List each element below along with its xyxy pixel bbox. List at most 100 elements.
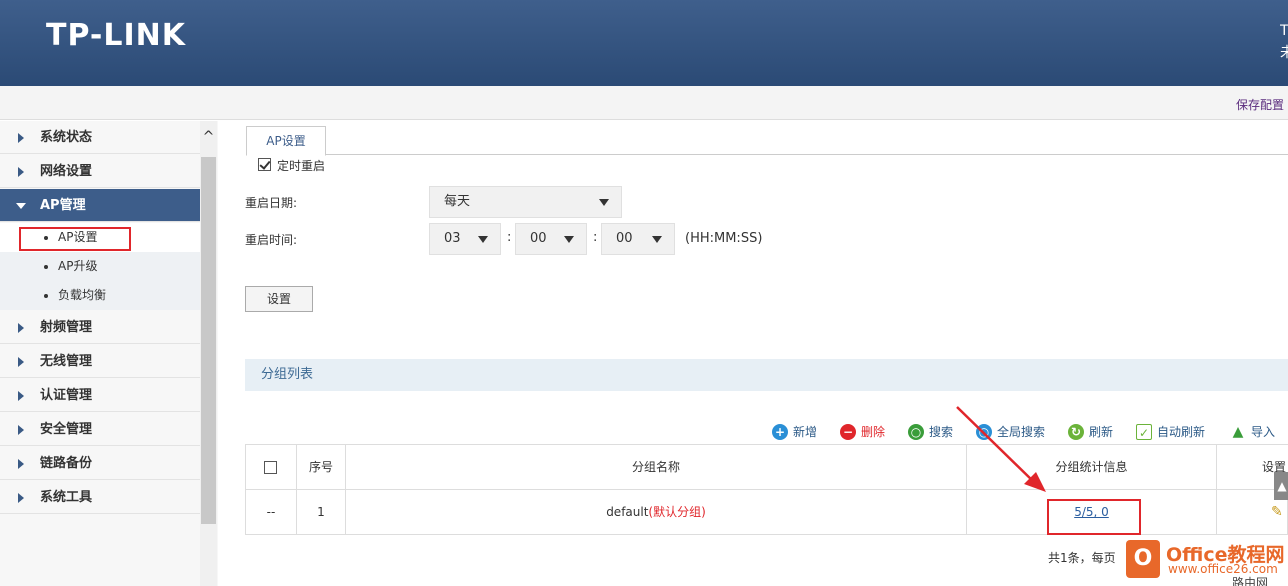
reboot-date-select[interactable]: 每天 xyxy=(429,186,622,218)
sidebar-item-ap-management[interactable]: AP管理 xyxy=(0,189,200,222)
scroll-up-icon[interactable]: ^ xyxy=(200,129,217,145)
dropdown-arrow-icon xyxy=(652,236,662,243)
header-index: 序号 xyxy=(297,445,346,490)
reboot-time-label: 重启时间: xyxy=(245,233,298,247)
sidebar-item-label: 系统工具 xyxy=(40,490,93,505)
hour-value: 03 xyxy=(444,231,461,246)
plus-icon: + xyxy=(772,424,788,440)
sidebar-item-system-status[interactable]: 系统状态 xyxy=(0,121,200,154)
save-config-link[interactable]: 保存配置 xyxy=(1236,96,1284,113)
sidebar-subitem-label: AP升级 xyxy=(58,259,98,273)
caret-right-icon xyxy=(18,493,24,503)
caret-right-icon xyxy=(18,425,24,435)
sidebar-item-label: 无线管理 xyxy=(40,354,93,369)
delete-button[interactable]: − 删除 xyxy=(840,423,885,441)
sidebar-item-link-backup[interactable]: 链路备份 xyxy=(0,447,200,480)
sidebar-item-label: 射频管理 xyxy=(40,320,93,335)
select-all-checkbox[interactable] xyxy=(264,461,277,474)
sidebar-item-auth-management[interactable]: 认证管理 xyxy=(0,379,200,412)
office-logo-icon: O xyxy=(1126,540,1160,578)
sidebar-item-label: 认证管理 xyxy=(40,388,93,403)
arrow-up-icon: ▲ xyxy=(1232,424,1244,440)
caret-down-icon xyxy=(16,203,26,209)
header-group-name: 分组名称 xyxy=(346,445,967,490)
minus-icon: − xyxy=(840,424,856,440)
refresh-label: 刷新 xyxy=(1089,425,1114,439)
header-user-info: T 未 xyxy=(1280,20,1288,64)
edit-icon[interactable]: ✎ xyxy=(1271,504,1283,520)
second-value: 00 xyxy=(616,231,633,246)
import-label: 导入 xyxy=(1251,425,1276,439)
header-right-text-2: 未 xyxy=(1280,45,1288,61)
global-search-button[interactable]: ○ 全局搜索 xyxy=(976,423,1045,441)
reboot-second-select[interactable]: 00 xyxy=(601,223,675,255)
sidebar-item-radio-management[interactable]: 射频管理 xyxy=(0,311,200,344)
annotation-highlight-box xyxy=(1047,499,1141,535)
set-button[interactable]: 设置 xyxy=(245,286,313,312)
save-bar: 保存配置 xyxy=(0,86,1288,120)
refresh-icon: ↻ xyxy=(1068,424,1084,440)
search-icon: ○ xyxy=(908,424,924,440)
select-all-cell xyxy=(246,445,297,490)
row-group-name: default(默认分组) xyxy=(346,490,967,535)
tab-ap-settings[interactable]: AP设置 xyxy=(246,126,326,156)
sidebar-item-label: AP管理 xyxy=(40,198,86,213)
sidebar-item-wireless-management[interactable]: 无线管理 xyxy=(0,345,200,378)
annotation-highlight-box xyxy=(19,227,131,251)
dropdown-arrow-icon xyxy=(599,199,609,206)
header-group-stats: 分组统计信息 xyxy=(967,445,1217,490)
add-label: 新增 xyxy=(793,425,818,439)
delete-label: 删除 xyxy=(861,425,886,439)
auto-refresh-button[interactable]: ✓ 自动刷新 xyxy=(1136,423,1205,441)
sidebar-subitem-load-balancing[interactable]: 负载均衡 xyxy=(0,281,200,310)
reboot-date-value: 每天 xyxy=(444,194,471,209)
global-search-label: 全局搜索 xyxy=(997,425,1046,439)
import-button[interactable]: ▲ 导入 xyxy=(1230,423,1275,441)
caret-right-icon xyxy=(18,133,24,143)
sidebar-item-label: 系统状态 xyxy=(40,130,93,145)
watermark: O Office教程网 www.office26.com 路由网 xyxy=(1124,536,1288,586)
table-header-row: 序号 分组名称 分组统计信息 设置 xyxy=(246,445,1288,490)
sidebar-item-label: 安全管理 xyxy=(40,422,93,437)
add-button[interactable]: + 新增 xyxy=(772,423,817,441)
header-right-text-1: T xyxy=(1280,23,1288,39)
top-header: TP-LINK T 未 xyxy=(0,0,1288,86)
sidebar-subitem-ap-upgrade[interactable]: AP升级 xyxy=(0,252,200,281)
group-list-title: 分组列表 xyxy=(245,359,1288,391)
pagination-summary: 共1条，每页 xyxy=(1048,551,1116,565)
dropdown-arrow-icon xyxy=(478,236,488,243)
auto-refresh-label: 自动刷新 xyxy=(1157,425,1206,439)
time-separator: : xyxy=(507,230,512,245)
reboot-date-label: 重启日期: xyxy=(245,196,298,210)
scroll-side-arrow-icon[interactable]: ▲ xyxy=(1274,472,1288,500)
bullet-icon xyxy=(44,294,48,298)
sidebar-item-network-settings[interactable]: 网络设置 xyxy=(0,155,200,188)
row-select: -- xyxy=(246,490,297,535)
caret-right-icon xyxy=(18,323,24,333)
search-button[interactable]: ○ 搜索 xyxy=(908,423,953,441)
refresh-button[interactable]: ↻ 刷新 xyxy=(1068,423,1113,441)
caret-right-icon xyxy=(18,357,24,367)
sidebar-item-label: 链路备份 xyxy=(40,456,93,471)
timed-reboot-label: 定时重启 xyxy=(277,159,326,173)
caret-right-icon xyxy=(18,167,24,177)
checkbox-icon: ✓ xyxy=(1136,424,1152,440)
group-name-suffix: (默认分组) xyxy=(648,505,706,519)
dropdown-arrow-icon xyxy=(564,236,574,243)
global-search-icon: ○ xyxy=(976,424,992,440)
bullet-icon xyxy=(44,265,48,269)
sidebar-item-security-management[interactable]: 安全管理 xyxy=(0,413,200,446)
sidebar-scrollbar[interactable]: ^ xyxy=(200,121,217,586)
scrollbar-thumb[interactable] xyxy=(201,157,216,524)
timed-reboot-checkbox[interactable] xyxy=(258,158,271,171)
reboot-minute-select[interactable]: 00 xyxy=(515,223,587,255)
search-label: 搜索 xyxy=(929,425,954,439)
sidebar-subitem-label: 负载均衡 xyxy=(58,288,107,302)
row-index: 1 xyxy=(297,490,346,535)
watermark-side-text: 路由网 xyxy=(1232,576,1269,586)
caret-right-icon xyxy=(18,391,24,401)
main-content: AP设置 定时重启 重启日期: 每天 重启时间: 03 : 00 : 00 (H… xyxy=(218,121,1288,586)
sidebar-item-system-tools[interactable]: 系统工具 xyxy=(0,481,200,514)
reboot-hour-select[interactable]: 03 xyxy=(429,223,501,255)
sidebar: 系统状态 网络设置 AP管理 AP设置 AP升级 负载均衡 射频管理 无线管理 … xyxy=(0,121,218,586)
